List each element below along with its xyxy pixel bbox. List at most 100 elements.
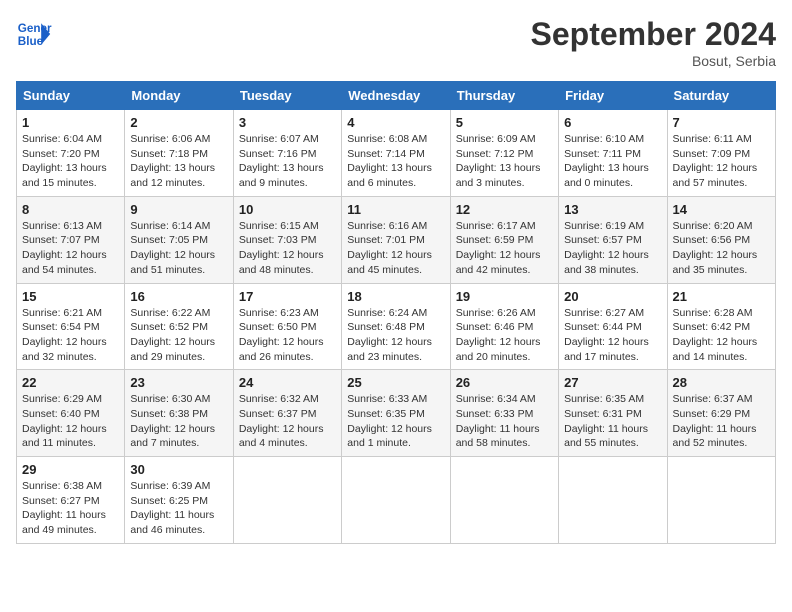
day-number: 21 — [673, 289, 770, 304]
day-number: 14 — [673, 202, 770, 217]
day-number: 26 — [456, 375, 553, 390]
column-header-friday: Friday — [559, 82, 667, 110]
day-cell-29: 29 Sunrise: 6:38 AM Sunset: 6:27 PM Dayli… — [17, 457, 125, 544]
day-cell-14: 14Sunrise: 6:20 AM Sunset: 6:56 PM Dayli… — [667, 196, 775, 283]
day-number: 25 — [347, 375, 444, 390]
day-info: Sunrise: 6:14 AM Sunset: 7:05 PM Dayligh… — [130, 219, 227, 278]
day-number: 30 — [130, 462, 227, 477]
calendar-week-3: 15 Sunrise: 6:21 AM Sunset: 6:54 PM Dayli… — [17, 283, 776, 370]
day-info: Sunrise: 6:34 AM Sunset: 6:33 PM Dayligh… — [456, 392, 553, 451]
day-info: Sunrise: 6:11 AM Sunset: 7:09 PM Dayligh… — [673, 132, 770, 191]
day-cell-26: 26 Sunrise: 6:34 AM Sunset: 6:33 PM Dayli… — [450, 370, 558, 457]
day-number: 4 — [347, 115, 444, 130]
day-cell-9: 9 Sunrise: 6:14 AM Sunset: 7:05 PM Daylig… — [125, 196, 233, 283]
day-cell-19: 19 Sunrise: 6:26 AM Sunset: 6:46 PM Dayli… — [450, 283, 558, 370]
day-cell-27: 27 Sunrise: 6:35 AM Sunset: 6:31 PM Dayli… — [559, 370, 667, 457]
day-number: 1 — [22, 115, 119, 130]
column-header-wednesday: Wednesday — [342, 82, 450, 110]
day-cell-6: 6Sunrise: 6:10 AM Sunset: 7:11 PM Daylig… — [559, 110, 667, 197]
day-number: 28 — [673, 375, 770, 390]
day-info: Sunrise: 6:33 AM Sunset: 6:35 PM Dayligh… — [347, 392, 444, 451]
day-info: Sunrise: 6:19 AM Sunset: 6:57 PM Dayligh… — [564, 219, 661, 278]
day-info: Sunrise: 6:27 AM Sunset: 6:44 PM Dayligh… — [564, 306, 661, 365]
day-info: Sunrise: 6:24 AM Sunset: 6:48 PM Dayligh… — [347, 306, 444, 365]
day-cell-11: 11Sunrise: 6:16 AM Sunset: 7:01 PM Dayli… — [342, 196, 450, 283]
day-number: 9 — [130, 202, 227, 217]
day-info: Sunrise: 6:13 AM Sunset: 7:07 PM Dayligh… — [22, 219, 119, 278]
title-block: September 2024 Bosut, Serbia — [531, 16, 776, 69]
day-info: Sunrise: 6:23 AM Sunset: 6:50 PM Dayligh… — [239, 306, 336, 365]
day-cell-24: 24 Sunrise: 6:32 AM Sunset: 6:37 PM Dayli… — [233, 370, 341, 457]
logo: General Blue — [16, 16, 52, 52]
logo-icon: General Blue — [16, 16, 52, 52]
day-number: 19 — [456, 289, 553, 304]
day-number: 8 — [22, 202, 119, 217]
day-cell-7: 7 Sunrise: 6:11 AM Sunset: 7:09 PM Daylig… — [667, 110, 775, 197]
column-header-sunday: Sunday — [17, 82, 125, 110]
day-info: Sunrise: 6:04 AM Sunset: 7:20 PM Dayligh… — [22, 132, 119, 191]
day-number: 24 — [239, 375, 336, 390]
day-cell-2: 2 Sunrise: 6:06 AM Sunset: 7:18 PM Daylig… — [125, 110, 233, 197]
day-number: 27 — [564, 375, 661, 390]
day-number: 13 — [564, 202, 661, 217]
day-number: 17 — [239, 289, 336, 304]
day-cell-28: 28 Sunrise: 6:37 AM Sunset: 6:29 PM Dayli… — [667, 370, 775, 457]
calendar-header-row: SundayMondayTuesdayWednesdayThursdayFrid… — [17, 82, 776, 110]
day-info: Sunrise: 6:06 AM Sunset: 7:18 PM Dayligh… — [130, 132, 227, 191]
day-info: Sunrise: 6:32 AM Sunset: 6:37 PM Dayligh… — [239, 392, 336, 451]
day-cell-18: 18 Sunrise: 6:24 AM Sunset: 6:48 PM Dayli… — [342, 283, 450, 370]
calendar-week-4: 22Sunrise: 6:29 AM Sunset: 6:40 PM Dayli… — [17, 370, 776, 457]
day-info: Sunrise: 6:30 AM Sunset: 6:38 PM Dayligh… — [130, 392, 227, 451]
day-number: 10 — [239, 202, 336, 217]
day-cell-30: 30 Sunrise: 6:39 AM Sunset: 6:25 PM Dayli… — [125, 457, 233, 544]
day-info: Sunrise: 6:39 AM Sunset: 6:25 PM Dayligh… — [130, 479, 227, 538]
day-cell-21: 21 Sunrise: 6:28 AM Sunset: 6:42 PM Dayli… — [667, 283, 775, 370]
day-cell-23: 23Sunrise: 6:30 AM Sunset: 6:38 PM Dayli… — [125, 370, 233, 457]
day-cell-5: 5Sunrise: 6:09 AM Sunset: 7:12 PM Daylig… — [450, 110, 558, 197]
day-info: Sunrise: 6:37 AM Sunset: 6:29 PM Dayligh… — [673, 392, 770, 451]
day-cell-12: 12Sunrise: 6:17 AM Sunset: 6:59 PM Dayli… — [450, 196, 558, 283]
day-cell-1: 1 Sunrise: 6:04 AM Sunset: 7:20 PM Daylig… — [17, 110, 125, 197]
day-number: 3 — [239, 115, 336, 130]
column-header-tuesday: Tuesday — [233, 82, 341, 110]
column-header-monday: Monday — [125, 82, 233, 110]
day-number: 12 — [456, 202, 553, 217]
day-cell-16: 16Sunrise: 6:22 AM Sunset: 6:52 PM Dayli… — [125, 283, 233, 370]
day-cell-17: 17 Sunrise: 6:23 AM Sunset: 6:50 PM Dayli… — [233, 283, 341, 370]
day-number: 20 — [564, 289, 661, 304]
day-number: 18 — [347, 289, 444, 304]
empty-cell — [559, 457, 667, 544]
month-title: September 2024 — [531, 16, 776, 53]
day-number: 2 — [130, 115, 227, 130]
column-header-thursday: Thursday — [450, 82, 558, 110]
location: Bosut, Serbia — [531, 53, 776, 69]
day-info: Sunrise: 6:21 AM Sunset: 6:54 PM Dayligh… — [22, 306, 119, 365]
day-cell-15: 15 Sunrise: 6:21 AM Sunset: 6:54 PM Dayli… — [17, 283, 125, 370]
day-number: 11 — [347, 202, 444, 217]
calendar-week-2: 8 Sunrise: 6:13 AM Sunset: 7:07 PM Daylig… — [17, 196, 776, 283]
day-cell-13: 13 Sunrise: 6:19 AM Sunset: 6:57 PM Dayli… — [559, 196, 667, 283]
day-cell-20: 20 Sunrise: 6:27 AM Sunset: 6:44 PM Dayli… — [559, 283, 667, 370]
day-cell-25: 25 Sunrise: 6:33 AM Sunset: 6:35 PM Dayli… — [342, 370, 450, 457]
calendar-week-5: 29 Sunrise: 6:38 AM Sunset: 6:27 PM Dayli… — [17, 457, 776, 544]
day-number: 16 — [130, 289, 227, 304]
page-header: General Blue September 2024 Bosut, Serbi… — [16, 16, 776, 69]
day-info: Sunrise: 6:38 AM Sunset: 6:27 PM Dayligh… — [22, 479, 119, 538]
day-cell-22: 22Sunrise: 6:29 AM Sunset: 6:40 PM Dayli… — [17, 370, 125, 457]
day-info: Sunrise: 6:08 AM Sunset: 7:14 PM Dayligh… — [347, 132, 444, 191]
day-info: Sunrise: 6:35 AM Sunset: 6:31 PM Dayligh… — [564, 392, 661, 451]
day-cell-4: 4 Sunrise: 6:08 AM Sunset: 7:14 PM Daylig… — [342, 110, 450, 197]
empty-cell — [667, 457, 775, 544]
day-info: Sunrise: 6:26 AM Sunset: 6:46 PM Dayligh… — [456, 306, 553, 365]
day-info: Sunrise: 6:28 AM Sunset: 6:42 PM Dayligh… — [673, 306, 770, 365]
day-number: 29 — [22, 462, 119, 477]
column-header-saturday: Saturday — [667, 82, 775, 110]
day-number: 15 — [22, 289, 119, 304]
empty-cell — [450, 457, 558, 544]
day-number: 7 — [673, 115, 770, 130]
day-info: Sunrise: 6:29 AM Sunset: 6:40 PM Dayligh… — [22, 392, 119, 451]
calendar-table: SundayMondayTuesdayWednesdayThursdayFrid… — [16, 81, 776, 544]
day-info: Sunrise: 6:07 AM Sunset: 7:16 PM Dayligh… — [239, 132, 336, 191]
day-info: Sunrise: 6:09 AM Sunset: 7:12 PM Dayligh… — [456, 132, 553, 191]
day-info: Sunrise: 6:10 AM Sunset: 7:11 PM Dayligh… — [564, 132, 661, 191]
